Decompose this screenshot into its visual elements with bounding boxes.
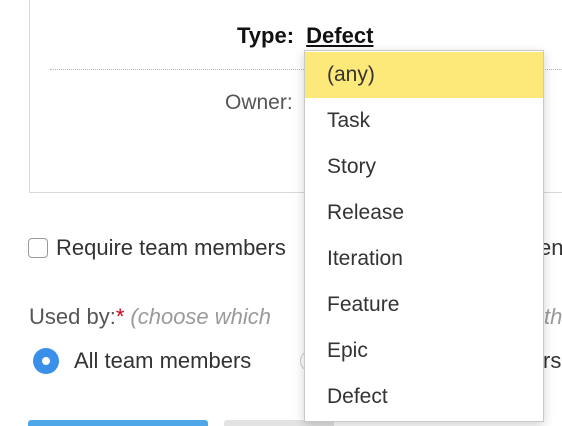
type-option-story[interactable]: Story xyxy=(305,144,543,190)
used-by-hint-trail: th xyxy=(544,304,562,329)
type-option-any[interactable]: (any) xyxy=(305,52,543,98)
type-option-epic[interactable]: Epic xyxy=(305,328,543,374)
require-team-members-row[interactable]: Require team members xyxy=(28,235,286,261)
used-by-text: Used by: xyxy=(29,304,116,329)
type-label: Type: xyxy=(237,23,295,48)
radio2-label-trail: rs xyxy=(543,348,562,373)
required-marker: * xyxy=(115,304,125,329)
used-by-hint: (choose which xyxy=(130,304,272,329)
require-label: Require team members xyxy=(56,235,286,260)
type-option-task[interactable]: Task xyxy=(305,98,543,144)
type-option-iteration[interactable]: Iteration xyxy=(305,236,543,282)
type-row: Type: Defect xyxy=(237,23,373,49)
type-option-feature[interactable]: Feature xyxy=(305,282,543,328)
type-dropdown-trigger[interactable]: Defect xyxy=(306,23,373,48)
type-dropdown-menu[interactable]: (any) Task Story Release Iteration Featu… xyxy=(304,50,544,422)
radio-all-team-members[interactable]: All team members xyxy=(33,348,251,374)
owner-label: Owner: xyxy=(225,91,293,114)
require-checkbox[interactable] xyxy=(28,238,48,258)
all-team-members-label: All team members xyxy=(74,348,252,373)
primary-button[interactable] xyxy=(28,420,208,426)
used-by-label: Used by:* (choose which xyxy=(29,304,271,330)
type-option-defect[interactable]: Defect xyxy=(305,374,543,420)
radio-selected-icon[interactable] xyxy=(33,348,59,374)
type-option-release[interactable]: Release xyxy=(305,190,543,236)
